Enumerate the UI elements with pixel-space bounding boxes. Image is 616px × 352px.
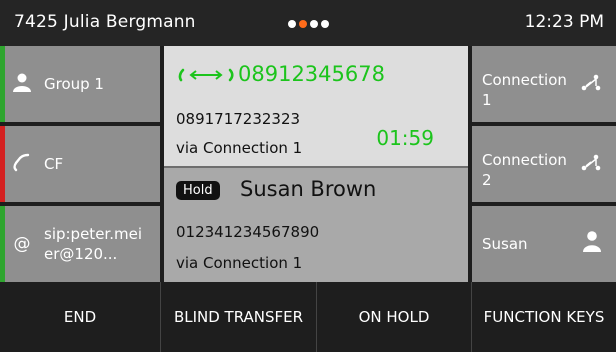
key-label-line: 1 <box>482 91 492 109</box>
held-call-name: Susan Brown <box>240 177 377 201</box>
active-call-icon <box>178 64 234 90</box>
page-indicator <box>288 20 329 28</box>
user-icon <box>0 72 44 97</box>
connection-icon <box>580 152 602 178</box>
key-label: sip:peter.mei er@120... <box>44 224 142 264</box>
held-call[interactable]: Hold Susan Brown 012341234567890 via Con… <box>164 168 468 282</box>
key-connection-1[interactable]: Connection 1 <box>472 46 616 122</box>
call-panel: 08912345678 0891717232323 via Connection… <box>164 46 468 282</box>
key-group-1[interactable]: Group 1 <box>0 46 160 122</box>
connection-icon <box>580 72 602 98</box>
at-icon: @ <box>13 234 31 254</box>
key-susan[interactable]: Susan <box>472 206 616 282</box>
on-hold-button[interactable]: ON HOLD <box>317 282 471 352</box>
key-label-line: er@120... <box>44 245 118 263</box>
page-dot[interactable] <box>288 20 296 28</box>
key-label: Group 1 <box>44 75 104 93</box>
key-sip-peter[interactable]: @ sip:peter.mei er@120... <box>0 206 160 282</box>
clock: 12:23 PM <box>524 12 604 32</box>
key-label-line: Connection <box>482 71 567 89</box>
key-connection-2[interactable]: Connection 2 <box>472 126 616 202</box>
key-label-line: 2 <box>482 171 492 189</box>
softkey-bar: END BLIND TRANSFER ON HOLD FUNCTION KEYS <box>0 282 616 352</box>
blind-transfer-button[interactable]: BLIND TRANSFER <box>161 282 316 352</box>
end-button[interactable]: END <box>0 282 160 352</box>
left-function-keys: Group 1 CF @ sip:peter.mei er@120... <box>0 46 160 282</box>
key-label: CF <box>44 155 64 173</box>
key-label: Susan <box>482 235 528 253</box>
hold-badge: Hold <box>176 181 220 200</box>
key-label: Connection 1 <box>482 70 572 110</box>
key-label-line: sip:peter.mei <box>44 225 142 243</box>
status-bar: 7425 Julia Bergmann 12:23 PM <box>0 0 616 46</box>
call-forward-icon <box>0 152 44 177</box>
status-bar-indicator <box>0 206 5 282</box>
page-dot-active[interactable] <box>299 20 307 28</box>
key-label-line: Connection <box>482 151 567 169</box>
user-icon <box>582 230 602 256</box>
active-call-number: 08912345678 <box>238 62 385 86</box>
status-bar-indicator <box>0 46 5 122</box>
active-call-via: via Connection 1 <box>176 139 303 157</box>
page-dot[interactable] <box>321 20 329 28</box>
active-caller-number: 0891717232323 <box>176 110 301 128</box>
active-call[interactable]: 08912345678 0891717232323 via Connection… <box>164 46 468 166</box>
held-call-number: 012341234567890 <box>176 223 320 241</box>
user-display: 7425 Julia Bergmann <box>14 12 196 32</box>
function-keys-button[interactable]: FUNCTION KEYS <box>472 282 616 352</box>
right-function-keys: Connection 1 Connection 2 Susan <box>472 46 616 282</box>
key-cf[interactable]: CF <box>0 126 160 202</box>
held-call-via: via Connection 1 <box>176 254 303 272</box>
status-bar-indicator <box>0 126 5 202</box>
key-label: Connection 2 <box>482 150 572 190</box>
call-duration: 01:59 <box>376 126 434 150</box>
page-dot[interactable] <box>310 20 318 28</box>
